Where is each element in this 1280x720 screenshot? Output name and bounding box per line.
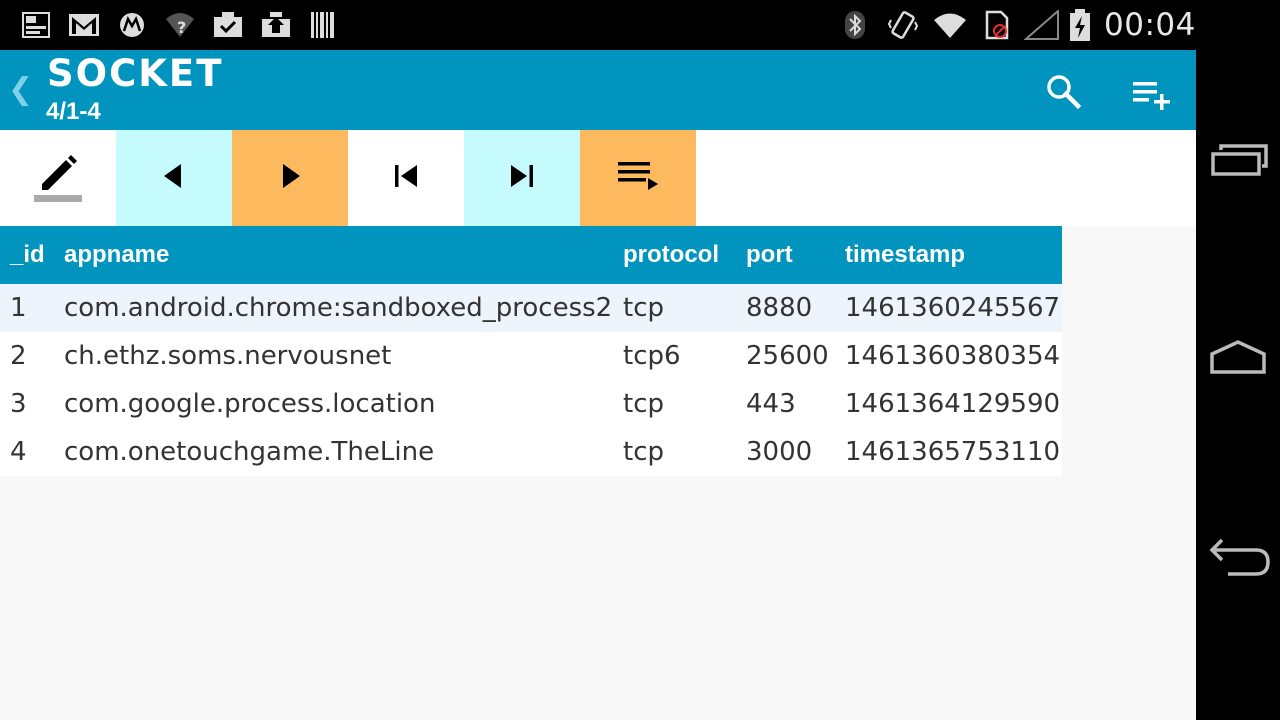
cell-appname[interactable]: ch.ethz.soms.nervousnet — [64, 332, 623, 380]
page-subtitle: 4/1-4 — [46, 98, 101, 125]
upload-icon — [260, 9, 292, 41]
gmail-icon — [68, 9, 100, 41]
first-button[interactable] — [348, 130, 464, 226]
wifi-icon — [932, 9, 968, 41]
cell-port[interactable]: 8880 — [746, 284, 845, 332]
motorola-icon — [118, 9, 146, 41]
cell-appname[interactable]: com.google.process.location — [64, 380, 623, 428]
next-icon — [275, 161, 305, 196]
bluetooth-icon — [844, 9, 866, 41]
cell-port[interactable]: 3000 — [746, 428, 845, 476]
cell-protocol[interactable]: tcp — [623, 284, 746, 332]
wifi-unknown-icon: ? — [164, 9, 196, 41]
table-row[interactable]: 2 ch.ethz.soms.nervousnet tcp6 25600 146… — [0, 332, 1062, 380]
cell-timestamp[interactable]: 1461365753110 — [845, 428, 1062, 476]
action-bar: ❮ SOCKET 4/1-4 — [0, 50, 1196, 130]
cell-port[interactable]: 443 — [746, 380, 845, 428]
status-bar: ? 00:04 — [0, 0, 1196, 50]
status-clock: 00:04 — [1104, 7, 1196, 43]
search-icon[interactable] — [1044, 72, 1084, 112]
vibrate-icon — [888, 9, 918, 41]
column-header-timestamp[interactable]: timestamp — [845, 226, 1062, 284]
signal-icon — [1024, 9, 1060, 41]
previous-icon — [159, 161, 189, 196]
cell-appname[interactable]: com.android.chrome:sandboxed_process2 — [64, 284, 623, 332]
barcode-icon — [310, 9, 336, 41]
recent-apps-icon[interactable] — [1208, 140, 1270, 180]
next-button[interactable] — [232, 130, 348, 226]
edit-icon — [28, 146, 88, 211]
table-row[interactable]: 3 com.google.process.location tcp 443 14… — [0, 380, 1062, 428]
last-icon — [507, 161, 537, 196]
first-icon — [391, 161, 421, 196]
cell-port[interactable]: 25600 — [746, 332, 845, 380]
playlist-play-icon — [616, 158, 660, 199]
edit-button[interactable] — [0, 130, 116, 226]
cell-id[interactable]: 4 — [0, 428, 64, 476]
data-table: _id appname protocol port timestamp 1 co… — [0, 226, 1062, 476]
column-header-port[interactable]: port — [746, 226, 845, 284]
last-button[interactable] — [464, 130, 580, 226]
no-sim-icon — [984, 9, 1010, 41]
cell-id[interactable]: 1 — [0, 284, 64, 332]
cell-protocol[interactable]: tcp — [623, 428, 746, 476]
column-header-id[interactable]: _id — [0, 226, 64, 284]
cell-protocol[interactable]: tcp6 — [623, 332, 746, 380]
cell-id[interactable]: 2 — [0, 332, 64, 380]
home-icon[interactable] — [1208, 338, 1270, 378]
data-table-container: _id appname protocol port timestamp 1 co… — [0, 226, 1196, 720]
add-to-list-icon[interactable] — [1130, 72, 1174, 112]
cell-id[interactable]: 3 — [0, 380, 64, 428]
cell-timestamp[interactable]: 1461360380354 — [845, 332, 1062, 380]
svg-text:?: ? — [177, 18, 186, 37]
table-row[interactable]: 4 com.onetouchgame.TheLine tcp 3000 1461… — [0, 428, 1062, 476]
app-screen: ❮ SOCKET 4/1-4 _id appname protocol port… — [0, 50, 1196, 720]
image-icon — [22, 9, 50, 41]
cell-appname[interactable]: com.onetouchgame.TheLine — [64, 428, 623, 476]
up-chevron-icon[interactable]: ❮ — [8, 72, 33, 107]
table-row[interactable]: 1 com.android.chrome:sandboxed_process2 … — [0, 284, 1062, 332]
download-done-icon — [212, 9, 244, 41]
navigation-bar — [1196, 0, 1280, 720]
column-header-appname[interactable]: appname — [64, 226, 623, 284]
toolbar — [0, 130, 1196, 226]
table-header-row: _id appname protocol port timestamp — [0, 226, 1062, 284]
cell-timestamp[interactable]: 1461360245567 — [845, 284, 1062, 332]
cell-protocol[interactable]: tcp — [623, 380, 746, 428]
battery-charging-icon — [1068, 9, 1092, 41]
page-title: SOCKET — [47, 52, 224, 95]
previous-button[interactable] — [116, 130, 232, 226]
column-header-protocol[interactable]: protocol — [623, 226, 746, 284]
back-icon[interactable] — [1208, 538, 1270, 578]
cell-timestamp[interactable]: 1461364129590 — [845, 380, 1062, 428]
playlist-button[interactable] — [580, 130, 696, 226]
